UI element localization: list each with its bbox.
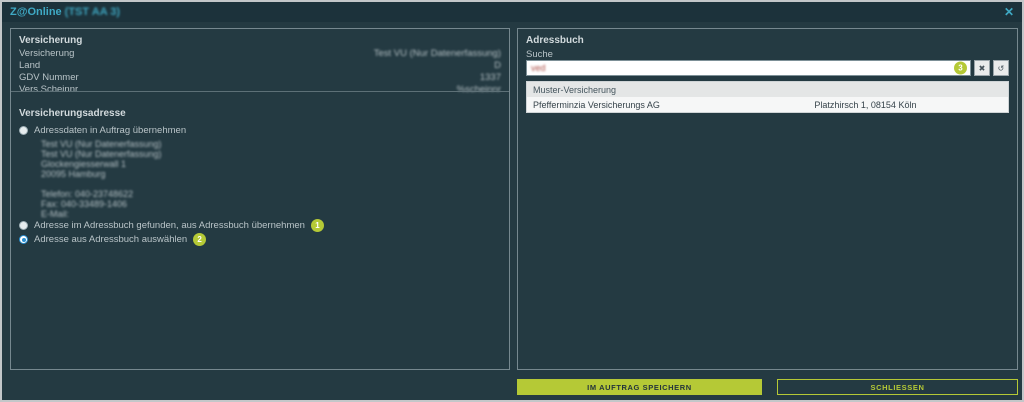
- versicherung-fields: Versicherung Test VU (Nur Datenerfassung…: [11, 48, 509, 96]
- reset-icon: ↺: [998, 64, 1005, 73]
- step-badge-2: 2: [193, 233, 206, 246]
- address-line: Test VU (Nur Datenerfassung): [41, 139, 162, 149]
- search-label: Suche: [526, 49, 553, 60]
- radio-label: Adresse im Adressbuch gefunden, aus Adre…: [34, 220, 305, 231]
- field-value: D: [494, 60, 501, 72]
- versicherung-panel-title: Versicherung: [19, 35, 82, 46]
- field-land: Land D: [11, 60, 509, 72]
- radio-option-adressdaten-uebernehmen[interactable]: Adressdaten in Auftrag übernehmen: [19, 125, 501, 136]
- address-line: Test VU (Nur Datenerfassung): [41, 149, 162, 159]
- field-label: Versicherung: [19, 48, 74, 60]
- field-gdv-nummer: GDV Nummer 1337: [11, 72, 509, 84]
- radio-option-adressbuch-auswaehlen[interactable]: Adresse aus Adressbuch auswählen 2: [19, 233, 501, 246]
- search-input[interactable]: [527, 61, 970, 75]
- window-title-suffix: (TST AA 3): [65, 6, 120, 18]
- section-divider: [11, 91, 509, 92]
- field-value: 1337: [480, 72, 501, 84]
- field-label: GDV Nummer: [19, 72, 79, 84]
- address-line: Telefon: 040-23748622: [41, 189, 162, 199]
- result-company-address: Platzhirsch 1, 08154 Köln: [814, 100, 1002, 110]
- window-title-text: Z@Online: [10, 6, 62, 18]
- result-group-header: Muster-Versicherung: [527, 82, 1008, 97]
- field-value: %scheinnr: [457, 84, 501, 96]
- field-value: Test VU (Nur Datenerfassung): [374, 48, 501, 60]
- versicherung-panel: Versicherung Versicherung Test VU (Nur D…: [10, 28, 510, 370]
- address-line: Glockengiesserwall 1: [41, 159, 162, 169]
- radio-label: Adressdaten in Auftrag übernehmen: [34, 125, 186, 136]
- field-vers-scheinnr: Vers.Scheinnr. %scheinnr: [11, 84, 509, 96]
- search-row: 3 ✖ ↺: [526, 60, 1009, 76]
- title-bar: Z@Online (TST AA 3) ✕: [2, 2, 1022, 22]
- address-result-list: Muster-Versicherung Pfefferminzia Versic…: [526, 81, 1009, 113]
- window-title: Z@Online (TST AA 3): [10, 6, 120, 18]
- result-row[interactable]: Pfefferminzia Versicherungs AG Platzhirs…: [527, 97, 1008, 112]
- clear-icon: ✖: [979, 64, 986, 73]
- address-line: E-Mail:: [41, 209, 162, 219]
- field-label: Land: [19, 60, 40, 72]
- radio-option-adressbuch-gefunden[interactable]: Adresse im Adressbuch gefunden, aus Adre…: [19, 219, 501, 232]
- save-to-order-button[interactable]: IM AUFTRAG SPEICHERN: [517, 379, 762, 395]
- close-icon[interactable]: ✕: [1004, 6, 1014, 18]
- clear-search-button[interactable]: ✖: [974, 60, 990, 76]
- result-company-name: Pfefferminzia Versicherungs AG: [533, 100, 814, 110]
- versicherungsadresse-title: Versicherungsadresse: [19, 108, 126, 119]
- dialog-window: Z@Online (TST AA 3) ✕ Versicherung Versi…: [0, 0, 1024, 402]
- radio-label: Adresse aus Adressbuch auswählen: [34, 234, 187, 245]
- field-label: Vers.Scheinnr.: [19, 84, 80, 96]
- address-line: [41, 179, 162, 189]
- address-line: Fax: 040-33489-1406: [41, 199, 162, 209]
- adressbuch-panel: Adressbuch Suche 3 ✖ ↺ Muster-Versicheru…: [517, 28, 1018, 370]
- field-versicherung: Versicherung Test VU (Nur Datenerfassung…: [11, 48, 509, 60]
- step-badge-1: 1: [311, 219, 324, 232]
- address-preview-block: Test VU (Nur Datenerfassung) Test VU (Nu…: [41, 139, 162, 219]
- adressbuch-panel-title: Adressbuch: [526, 35, 584, 46]
- radio-unselected-icon[interactable]: [19, 126, 28, 135]
- close-dialog-button[interactable]: SCHLIESSEN: [777, 379, 1018, 395]
- radio-unselected-icon[interactable]: [19, 221, 28, 230]
- search-input-wrapper: 3: [526, 60, 971, 76]
- step-badge-3: 3: [954, 62, 967, 75]
- radio-selected-icon[interactable]: [19, 235, 28, 244]
- address-line: 20095 Hamburg: [41, 169, 162, 179]
- reset-search-button[interactable]: ↺: [993, 60, 1009, 76]
